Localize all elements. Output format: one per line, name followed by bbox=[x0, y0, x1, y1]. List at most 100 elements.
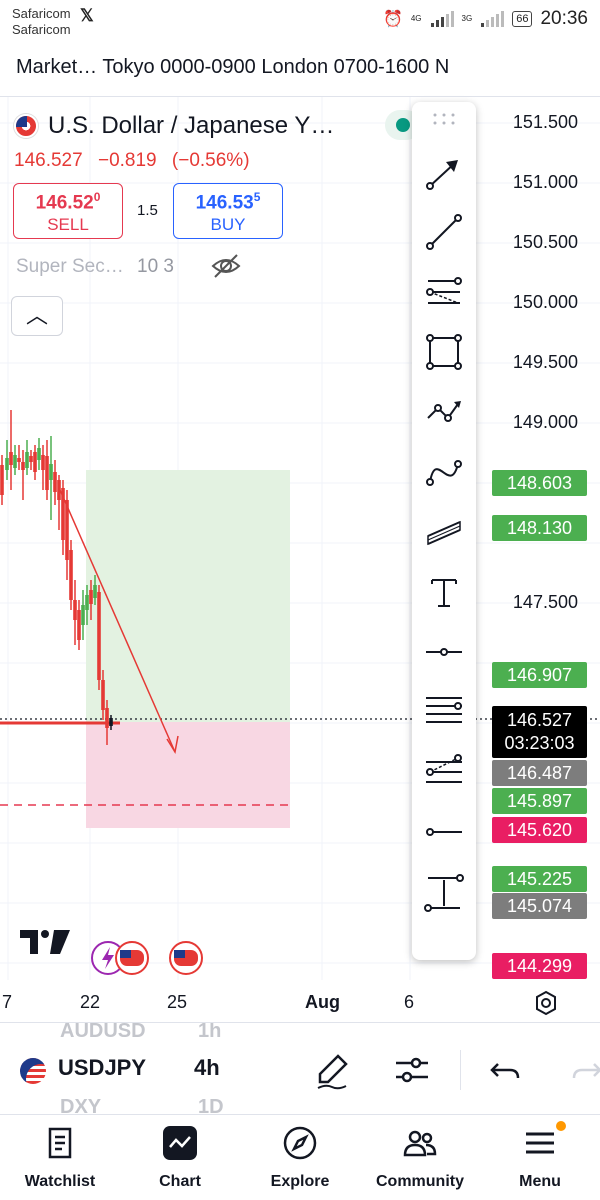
live-price: 146.527 bbox=[506, 710, 573, 730]
horizontal-ray-icon[interactable] bbox=[424, 632, 464, 672]
status-bar: Safaricom Safaricom 𝕏 ⏰ 4G 3G 66 20:36 bbox=[0, 0, 600, 44]
pencil-icon[interactable] bbox=[312, 1050, 352, 1090]
eye-off-icon[interactable] bbox=[210, 252, 242, 280]
signal-strength-icon bbox=[430, 11, 454, 27]
path-icon[interactable] bbox=[424, 392, 464, 432]
loss-zone bbox=[86, 722, 290, 828]
buy-label: BUY bbox=[210, 215, 246, 235]
interval-selector[interactable]: 4h bbox=[194, 1055, 220, 1081]
nav-label-community: Community bbox=[376, 1173, 464, 1190]
nav-label-watchlist: Watchlist bbox=[24, 1173, 96, 1190]
price-tag-green: 145.897 bbox=[492, 788, 587, 814]
candle-body bbox=[101, 680, 105, 710]
candle-body bbox=[93, 585, 97, 598]
drawing-toolbar[interactable] bbox=[412, 102, 476, 960]
x-app-icon: 𝕏 bbox=[80, 6, 94, 25]
candle-body bbox=[105, 708, 109, 728]
time-axis-label: 7 bbox=[2, 992, 13, 1012]
chart-settings-icon[interactable] bbox=[533, 990, 559, 1016]
price-tag-red: 144.299 bbox=[492, 953, 587, 979]
time-axis-label: 6 bbox=[404, 992, 415, 1012]
price-axis-label: 151.000 bbox=[512, 172, 578, 192]
nav-label-chart: Chart bbox=[159, 1173, 201, 1190]
candle-body bbox=[0, 465, 4, 495]
rectangle-icon[interactable] bbox=[424, 332, 464, 372]
fib-retracement-icon[interactable] bbox=[424, 272, 464, 312]
redo-icon[interactable] bbox=[566, 1050, 600, 1090]
symbol-bar-divider bbox=[0, 1022, 600, 1023]
trend-line-icon[interactable] bbox=[424, 212, 464, 252]
symbol-title-text: U.S. Dollar / Japanese Y… bbox=[48, 112, 335, 139]
price-tag-grey: 146.487 bbox=[492, 760, 587, 786]
symbol-selector[interactable]: USDJPY bbox=[58, 1055, 146, 1081]
horizontal-lines-icon[interactable] bbox=[424, 692, 464, 732]
next-interval: 1D bbox=[198, 1096, 224, 1114]
chart-icon bbox=[163, 1126, 197, 1160]
sell-price: 146.520 bbox=[35, 190, 101, 214]
buy-price: 146.535 bbox=[195, 190, 261, 214]
candle-body bbox=[41, 455, 45, 470]
economic-events-icons[interactable] bbox=[90, 938, 210, 978]
drag-handle-icon[interactable] bbox=[432, 112, 456, 126]
vertical-measure-icon[interactable] bbox=[424, 872, 464, 912]
candle-body bbox=[69, 550, 73, 600]
candle-body bbox=[33, 452, 37, 472]
candle-body bbox=[49, 464, 53, 480]
symbol-title[interactable]: U.S. Dollar / Japanese Y… bbox=[14, 112, 334, 140]
indicator-legend[interactable]: Super Sec… 10 3 bbox=[16, 256, 174, 278]
bar-countdown: 03:23:03 bbox=[504, 733, 575, 753]
candle-body bbox=[81, 605, 85, 625]
nav-watchlist[interactable]: Watchlist bbox=[0, 1115, 120, 1200]
nav-chart[interactable]: Chart bbox=[120, 1115, 240, 1200]
candle-body bbox=[17, 458, 21, 462]
next-symbol: DXY bbox=[60, 1096, 102, 1114]
network-type-2: 3G bbox=[461, 14, 473, 23]
arrow-tool-icon[interactable] bbox=[424, 152, 464, 192]
nav-community[interactable]: Community bbox=[360, 1115, 480, 1200]
nav-explore[interactable]: Explore bbox=[240, 1115, 360, 1200]
buy-button[interactable]: 146.535 BUY bbox=[173, 183, 283, 239]
price-tag-green: 148.603 bbox=[492, 470, 587, 496]
candle-body bbox=[45, 456, 49, 490]
prev-interval: 1h bbox=[198, 1022, 222, 1042]
indicator-name: Super Sec… bbox=[16, 256, 124, 277]
price-axis-label: 150.500 bbox=[512, 232, 578, 252]
notification-dot bbox=[556, 1121, 566, 1131]
bottom-navigation: Watchlist Chart Explore Community Menu bbox=[0, 1114, 600, 1200]
carrier-name-1: Safaricom bbox=[12, 6, 71, 21]
text-tool-icon[interactable] bbox=[424, 572, 464, 612]
price-tag-green: 148.130 bbox=[492, 515, 587, 541]
price-axis-label: 151.500 bbox=[512, 112, 578, 132]
nav-label-explore: Explore bbox=[270, 1173, 330, 1190]
nav-menu[interactable]: Menu bbox=[480, 1115, 600, 1200]
candle-body bbox=[89, 590, 93, 604]
chevron-up-icon: ︿ bbox=[25, 303, 48, 328]
usd-jpy-flag-icon bbox=[14, 114, 38, 138]
time-axis-label: Aug bbox=[305, 992, 340, 1012]
watchlist-icon bbox=[48, 1127, 72, 1159]
curve-icon[interactable] bbox=[424, 452, 464, 492]
indicators-icon[interactable] bbox=[392, 1050, 432, 1090]
profit-zone bbox=[86, 470, 290, 722]
session-indicator-header[interactable]: Market… Tokyo 0000-0900 London 0700-1600… bbox=[16, 56, 449, 79]
sell-button[interactable]: 146.520 SELL bbox=[13, 183, 123, 239]
collapse-legend-button[interactable]: ︿ bbox=[11, 296, 63, 336]
price-axis-label: 150.000 bbox=[512, 292, 578, 312]
horizontal-line-icon[interactable] bbox=[424, 812, 464, 852]
price-tag-grey: 145.074 bbox=[492, 893, 587, 919]
pitchfork-icon[interactable] bbox=[424, 752, 464, 792]
network-type-1: 4G bbox=[410, 14, 422, 23]
live-price-tag: 146.527 03:23:03 bbox=[492, 706, 587, 758]
price-axis-label: 149.500 bbox=[512, 352, 578, 372]
candle-body bbox=[21, 462, 25, 470]
time-axis-label: 22 bbox=[80, 992, 101, 1012]
parallel-channel-icon[interactable] bbox=[424, 512, 464, 552]
carrier-name-2: Safaricom bbox=[12, 22, 71, 37]
spread-value: 1.5 bbox=[137, 202, 158, 219]
candle-body bbox=[53, 472, 57, 492]
sell-label: SELL bbox=[47, 215, 89, 235]
toolbar-separator bbox=[460, 1050, 461, 1090]
symbol-quote: 146.527 −0.819 (−0.56%) bbox=[14, 150, 260, 172]
undo-icon[interactable] bbox=[486, 1050, 526, 1090]
candle-body bbox=[85, 595, 89, 610]
